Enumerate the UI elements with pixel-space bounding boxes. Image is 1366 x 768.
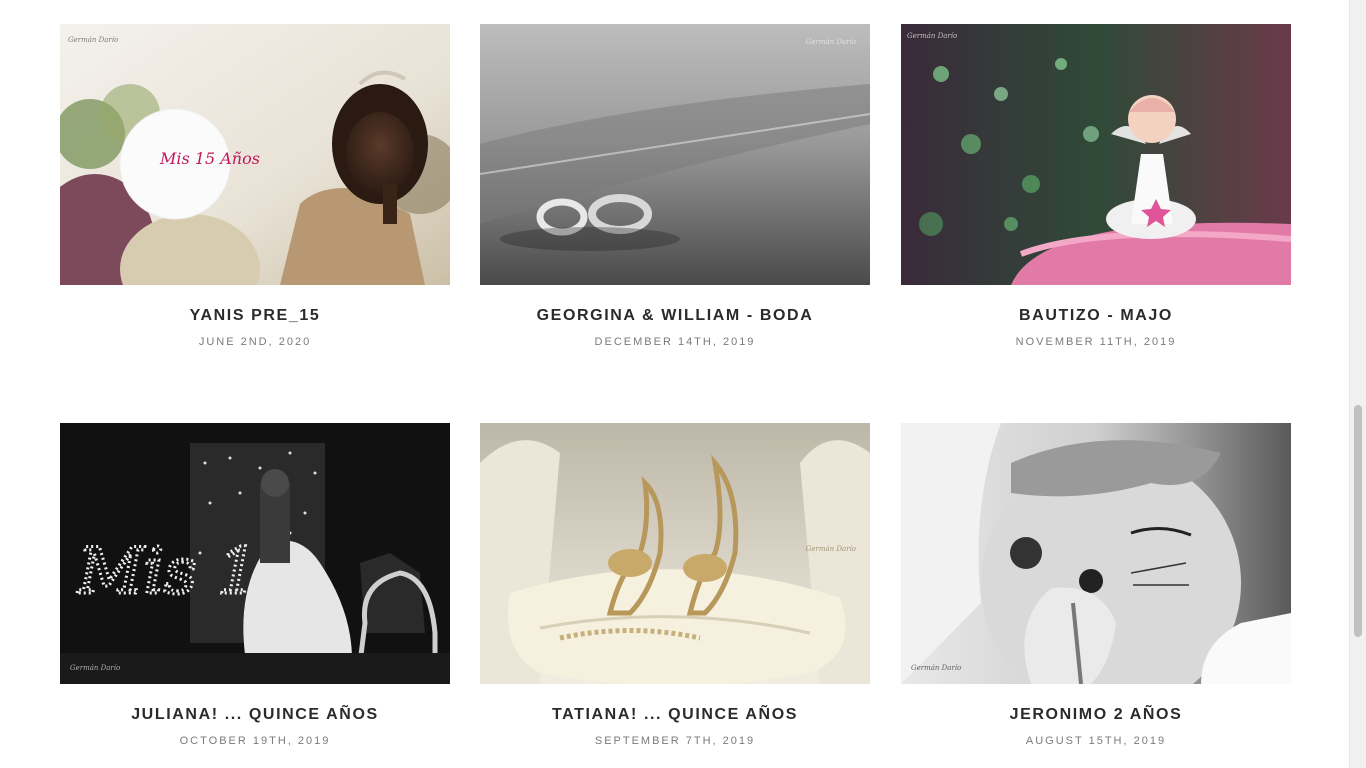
gallery-title[interactable]: BAUTIZO - MAJO: [901, 306, 1291, 326]
gallery-title[interactable]: TATIANA! ... QUINCE AÑOS: [480, 705, 870, 725]
gallery-card[interactable]: Germán Darío GEORGINA & WILLIAM - BODA D…: [480, 24, 870, 349]
watermark-logo: Germán Darío: [805, 38, 856, 46]
gallery-card[interactable]: Mis 15 Años Germán Darío YANIS PRE_15 JU…: [60, 24, 450, 349]
portfolio-page: Mis 15 Años Germán Darío YANIS PRE_15 JU…: [0, 0, 1366, 768]
watermark-logo: Germán Darío: [68, 36, 119, 44]
vertical-scrollbar[interactable]: [1349, 0, 1366, 768]
balloon-text: Mis 15 Años: [159, 149, 260, 168]
gallery-card[interactable]: Germán Darío JERONIMO 2 AÑOS AUGUST 15TH…: [901, 423, 1291, 748]
gallery-thumbnail[interactable]: Germán Darío: [480, 24, 870, 285]
gallery-title[interactable]: YANIS PRE_15: [60, 306, 450, 326]
gallery-thumbnail[interactable]: Germán Darío: [480, 423, 870, 684]
scrollbar-thumb[interactable]: [1354, 405, 1362, 637]
gallery-date: AUGUST 15TH, 2019: [1025, 735, 1167, 747]
watermark-logo: Germán Darío: [911, 664, 962, 672]
gallery-date: SEPTEMBER 7TH, 2019: [594, 735, 756, 747]
gallery-date: DECEMBER 14TH, 2019: [594, 336, 756, 348]
gallery-date: JUNE 2ND, 2020: [198, 336, 312, 348]
gallery-card[interactable]: Germán Darío TATIANA! ... QUINCE AÑOS SE…: [480, 423, 870, 748]
gallery-card[interactable]: Mis 15 Germán Darío JULIANA! ... QUINCE …: [60, 423, 450, 748]
gallery-date: OCTOBER 19TH, 2019: [179, 735, 331, 747]
gallery-title[interactable]: GEORGINA & WILLIAM - BODA: [480, 306, 870, 326]
watermark-logo: Germán Darío: [70, 664, 121, 672]
gallery-date: NOVEMBER 11TH, 2019: [1015, 336, 1177, 348]
gallery-title[interactable]: JULIANA! ... QUINCE AÑOS: [60, 705, 450, 725]
gallery-thumbnail[interactable]: Germán Darío: [901, 24, 1291, 285]
gallery-thumbnail[interactable]: Mis 15 Germán Darío: [60, 423, 450, 684]
watermark-logo: Germán Darío: [805, 545, 856, 553]
gallery-title[interactable]: JERONIMO 2 AÑOS: [901, 705, 1291, 725]
gallery-thumbnail[interactable]: Mis 15 Años Germán Darío: [60, 24, 450, 285]
watermark-logo: Germán Darío: [907, 32, 958, 40]
gallery-card[interactable]: Germán Darío BAUTIZO - MAJO NOVEMBER 11T…: [901, 24, 1291, 349]
gallery-thumbnail[interactable]: Germán Darío: [901, 423, 1291, 684]
